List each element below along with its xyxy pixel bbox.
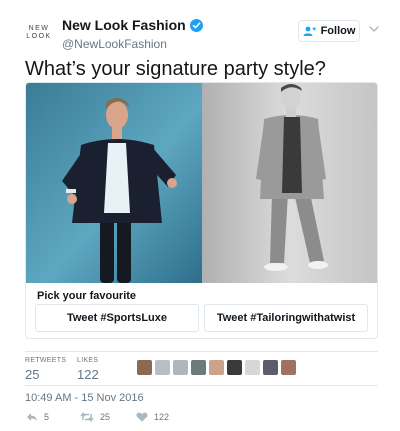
retweet-button[interactable]: 25 xyxy=(80,412,110,422)
liker-avatar[interactable] xyxy=(137,360,152,375)
likes-value: 122 xyxy=(77,367,99,382)
liker-avatar[interactable] xyxy=(155,360,170,375)
avatar-line2: LOOK xyxy=(26,33,52,40)
retweets-value: 25 xyxy=(25,367,40,382)
likes-label: LIKES xyxy=(77,357,99,364)
chevron-down-icon[interactable] xyxy=(369,26,379,33)
retweets-label: RETWEETS xyxy=(25,357,67,364)
liker-avatar[interactable] xyxy=(209,360,224,375)
liker-avatar[interactable] xyxy=(173,360,188,375)
sportsluxe-image[interactable] xyxy=(26,83,202,283)
reply-button[interactable]: 5 xyxy=(26,412,49,422)
divider xyxy=(25,385,378,386)
liker-avatar[interactable] xyxy=(227,360,242,375)
retweets-stat[interactable]: RETWEETS 25 xyxy=(25,357,66,382)
liker-avatars xyxy=(137,360,296,375)
follow-label: Follow xyxy=(320,25,356,37)
verified-badge-icon xyxy=(189,19,203,32)
divider xyxy=(25,351,378,352)
tweet-text: What’s your signature party style? xyxy=(25,58,326,80)
liker-avatar[interactable] xyxy=(263,360,278,375)
like-count: 122 xyxy=(154,412,170,422)
liker-avatar[interactable] xyxy=(191,360,206,375)
liker-avatar[interactable] xyxy=(281,360,296,375)
poll-choice-sportsluxe-button[interactable]: Tweet #SportsLuxe xyxy=(35,304,199,332)
tweet: NEW LOOK New Look Fashion @NewLookFashio… xyxy=(0,0,400,431)
like-button[interactable]: 122 xyxy=(136,412,169,422)
poll-prompt: Pick your favourite xyxy=(37,290,137,302)
display-name[interactable]: New Look Fashion xyxy=(62,17,186,33)
action-bar: 5 25 122 xyxy=(26,412,169,422)
account-info: New Look Fashion @NewLookFashion xyxy=(62,17,203,51)
heart-icon xyxy=(136,412,148,422)
reply-icon xyxy=(27,413,37,421)
liker-avatar[interactable] xyxy=(245,360,260,375)
likes-stat[interactable]: LIKES 122 xyxy=(77,357,99,382)
poll-choice-tailoring-button[interactable]: Tweet #Tailoringwithatwist xyxy=(204,304,368,332)
retweet-icon xyxy=(80,412,94,422)
handle[interactable]: @NewLookFashion xyxy=(62,37,203,51)
retweet-count: 25 xyxy=(100,412,111,422)
poll-card: Pick your favourite Tweet #SportsLuxe Tw… xyxy=(25,82,378,339)
avatar[interactable]: NEW LOOK xyxy=(24,18,54,48)
follow-button[interactable]: Follow xyxy=(298,20,360,42)
timestamp[interactable]: 10:49 AM - 15 Nov 2016 xyxy=(25,392,144,404)
add-user-icon xyxy=(303,26,316,36)
reply-count: 5 xyxy=(44,412,50,422)
avatar-line1: NEW xyxy=(28,25,50,32)
tailoring-image[interactable] xyxy=(202,83,378,283)
